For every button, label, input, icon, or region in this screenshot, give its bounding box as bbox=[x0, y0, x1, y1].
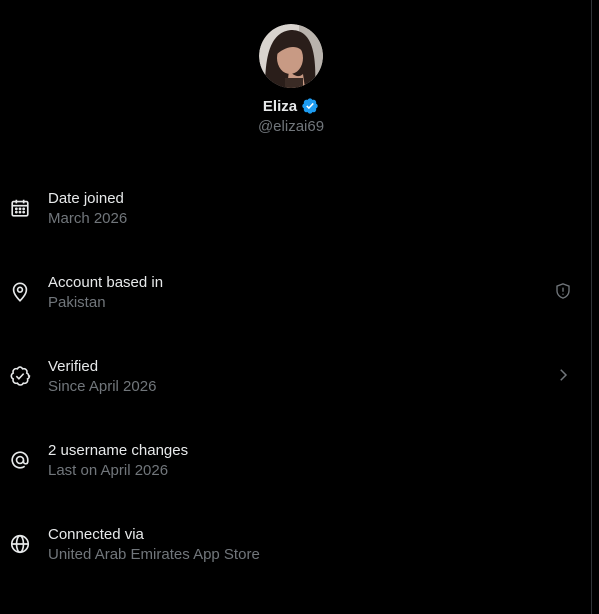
info-subtitle: Pakistan bbox=[48, 294, 106, 311]
info-row-date-joined: Date joined March 2026 bbox=[0, 170, 582, 254]
account-info-list: Date joined March 2026 Account based in … bbox=[0, 170, 582, 590]
avatar[interactable] bbox=[259, 24, 323, 88]
info-title: Verified bbox=[48, 358, 99, 375]
profile-header: Eliza @elizai69 bbox=[0, 24, 582, 135]
info-row-verified[interactable]: Verified Since April 2026 bbox=[0, 338, 582, 422]
verified-badge-icon[interactable] bbox=[301, 97, 319, 115]
info-row-username-changes: 2 username changes Last on April 2026 bbox=[0, 422, 582, 506]
at-sign-icon bbox=[9, 449, 31, 471]
calendar-icon bbox=[9, 197, 31, 219]
info-row-connected-via: Connected via United Arab Emirates App S… bbox=[0, 506, 582, 590]
shield-alert-icon[interactable] bbox=[554, 282, 572, 300]
globe-icon bbox=[9, 533, 31, 555]
info-title: Connected via bbox=[48, 526, 144, 543]
verified-check-icon bbox=[9, 365, 31, 387]
info-subtitle: Last on April 2026 bbox=[48, 462, 169, 479]
info-subtitle: Since April 2026 bbox=[48, 378, 157, 395]
chevron-right-icon[interactable] bbox=[554, 366, 572, 384]
info-subtitle: March 2026 bbox=[48, 210, 128, 227]
info-title: 2 username changes bbox=[48, 442, 189, 459]
right-edge-divider bbox=[591, 0, 599, 614]
display-name: Eliza bbox=[262, 97, 298, 115]
location-pin-icon bbox=[9, 281, 31, 303]
info-title: Date joined bbox=[48, 190, 124, 207]
info-title: Account based in bbox=[48, 274, 164, 291]
info-subtitle: United Arab Emirates App Store bbox=[48, 546, 260, 563]
info-row-account-based-in: Account based in Pakistan bbox=[0, 254, 582, 338]
username-handle: @elizai69 bbox=[257, 118, 325, 135]
